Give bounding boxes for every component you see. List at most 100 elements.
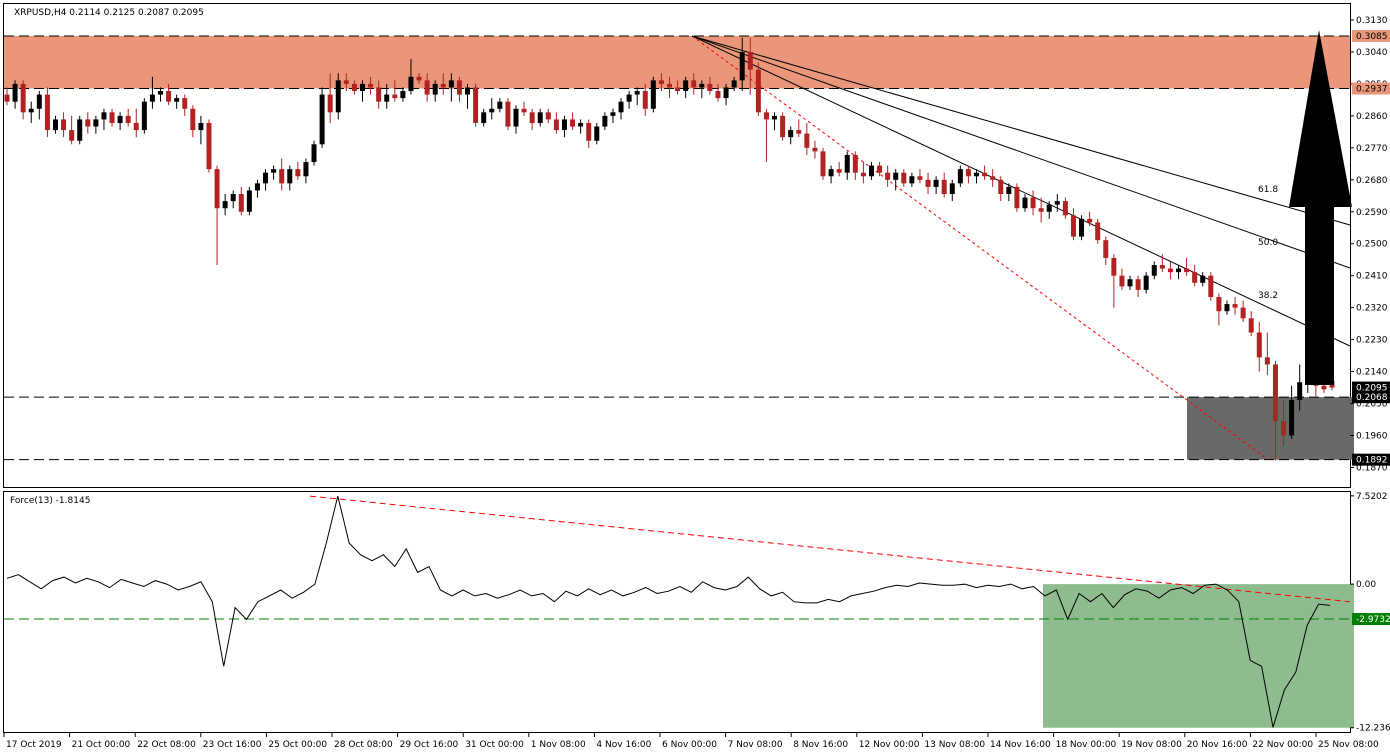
- y-axis-force: 7.5202 0.00 -12.2369 -2.9732: [1350, 492, 1390, 734]
- candle-body: [868, 165, 874, 177]
- candle-body: [545, 112, 551, 120]
- y-tick-label: 0.2140: [1356, 368, 1388, 378]
- candle-body: [1208, 275, 1214, 297]
- candle-body: [844, 154, 850, 173]
- candle-body: [456, 80, 462, 95]
- y-tick-label: 0.2770: [1356, 144, 1388, 154]
- candle-body: [836, 169, 842, 173]
- candle-body: [448, 80, 454, 88]
- candle-body: [384, 94, 390, 102]
- candle-body: [675, 87, 681, 92]
- candle-body: [691, 80, 697, 88]
- candle-body: [1079, 218, 1085, 237]
- y-tick-label: 0.1960: [1356, 432, 1388, 442]
- candle-body: [965, 169, 971, 177]
- candle-body: [206, 122, 212, 170]
- candle-body: [683, 80, 689, 92]
- candle-body: [1062, 201, 1068, 216]
- candle-body: [796, 130, 802, 134]
- candle-body: [190, 108, 196, 131]
- candle-body: [351, 83, 357, 92]
- candle-body: [489, 108, 495, 113]
- candle-body: [222, 201, 228, 209]
- fan-label-38.2: 38.2: [1258, 291, 1278, 301]
- candle-body: [1216, 296, 1222, 312]
- candle-body: [1030, 197, 1036, 209]
- candle-body: [626, 94, 632, 102]
- candle-body: [553, 119, 559, 131]
- candle-body: [933, 179, 939, 187]
- candle-body: [1159, 265, 1165, 269]
- candle-body: [658, 80, 664, 84]
- candle-body: [1248, 318, 1254, 333]
- candle-body: [77, 119, 83, 141]
- candle-body: [982, 172, 988, 177]
- candle-body: [246, 190, 252, 212]
- candle-body: [36, 94, 42, 109]
- candle-body: [618, 101, 624, 113]
- candle-body: [287, 169, 293, 184]
- candle-body: [440, 83, 446, 88]
- candle-body: [901, 172, 907, 184]
- x-tick-label: 6 Nov 00:00: [662, 740, 717, 750]
- candle-body: [974, 172, 980, 177]
- candle-body: [238, 194, 244, 212]
- candle-body: [650, 80, 656, 109]
- candle-body: [28, 108, 34, 113]
- candle-body: [69, 130, 75, 141]
- candle-body: [376, 87, 382, 102]
- candle-body: [1175, 268, 1181, 273]
- candle-body: [4, 94, 10, 102]
- resistance-zone: [4, 35, 1350, 89]
- candle-body: [1046, 204, 1052, 212]
- candle-body: [667, 83, 672, 88]
- candle-body: [254, 183, 260, 191]
- candle-body: [860, 172, 866, 177]
- price-marker-label: 0.1892: [1356, 456, 1388, 466]
- candle-body: [828, 169, 834, 177]
- candle-body: [990, 176, 996, 180]
- candle-body: [1192, 272, 1198, 283]
- force-green-zone: [1043, 584, 1354, 728]
- candle-body: [61, 119, 67, 131]
- main-chart-title: XRPUSD,H4 0.2114 0.2125 0.2087 0.2095: [14, 8, 204, 18]
- x-tick-label: 7 Nov 08:00: [728, 740, 783, 750]
- candle-body: [1135, 279, 1141, 290]
- force-indicator-title: Force(13) -1.8145: [10, 496, 90, 506]
- x-tick-label: 13 Nov 08:00: [924, 740, 985, 750]
- x-tick-label: 28 Oct 08:00: [334, 740, 393, 750]
- candle-body: [917, 176, 923, 180]
- x-tick-label: 1 Nov 08:00: [531, 740, 586, 750]
- candle-body: [1232, 304, 1238, 308]
- candle-body: [1184, 268, 1190, 273]
- y-tick-label: 0.3040: [1356, 48, 1388, 58]
- x-tick-label: 25 Oct 00:00: [268, 740, 327, 750]
- candle-body: [1054, 201, 1060, 205]
- candle-body: [1038, 208, 1044, 212]
- y-tick-label: 0.2500: [1356, 240, 1388, 250]
- candle-body: [885, 172, 891, 180]
- candle-body: [303, 162, 309, 177]
- candle-body: [141, 101, 147, 131]
- y-tick-label: 0.2230: [1356, 336, 1388, 346]
- y-tick-label: 0.2590: [1356, 208, 1388, 218]
- candle-body: [893, 172, 899, 180]
- x-tick-label: 4 Nov 16:00: [596, 740, 651, 750]
- candle-body: [44, 94, 50, 131]
- candle-body: [610, 112, 616, 116]
- fan-label-61.8: 61.8: [1258, 185, 1278, 195]
- candle-body: [166, 91, 172, 102]
- candle-body: [578, 122, 584, 127]
- y-axis-price: 0.31300.30400.29500.28600.27700.26800.25…: [1350, 16, 1390, 473]
- candle-body: [1240, 307, 1246, 319]
- candle-body: [343, 80, 349, 84]
- candle-body: [335, 80, 341, 113]
- candle-body: [198, 122, 204, 131]
- candle-body: [416, 76, 422, 81]
- candle-body: [85, 119, 91, 127]
- candle-body: [1264, 357, 1270, 365]
- candle-body: [602, 115, 608, 127]
- candle-body: [52, 119, 58, 131]
- force-y-tick-label: 0.00: [1356, 580, 1376, 590]
- price-marker-label: 0.2937: [1356, 85, 1388, 95]
